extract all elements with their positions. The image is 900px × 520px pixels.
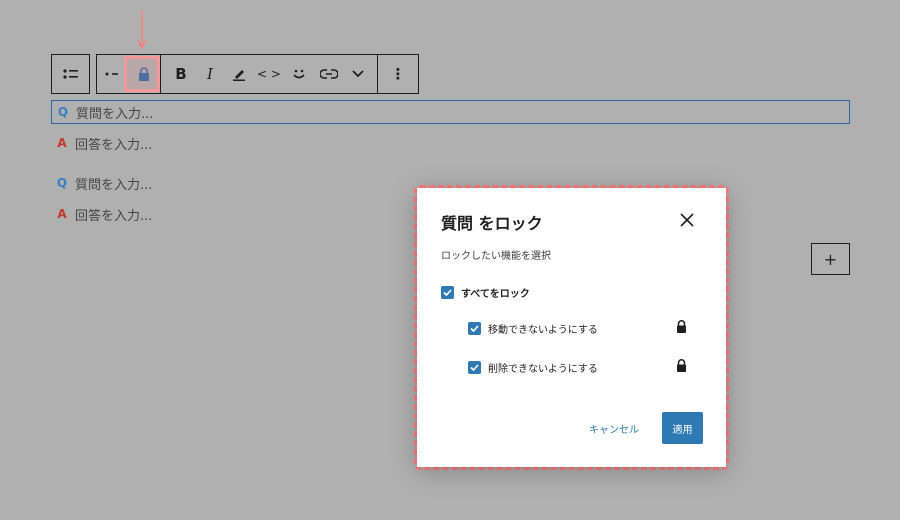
link-button[interactable] [316,55,342,93]
list-type-button[interactable] [52,55,89,93]
lock-move-option[interactable]: 移動できないようにする [468,321,598,336]
emoji-button[interactable] [286,55,312,93]
block-type-group [51,54,90,94]
question-mark: Q [57,105,69,119]
question-placeholder: 質問を入力... [76,106,154,122]
drag-dots-icon [105,72,118,76]
lock-all-checkbox[interactable] [441,286,454,299]
dialog-description: ロックしたい機能を選択 [441,251,551,262]
close-icon[interactable] [679,212,695,228]
link-icon [320,69,338,79]
lock-highlight [124,56,160,92]
list-icon [62,69,78,79]
lock-all-label: すべてをロック [461,289,530,300]
lock-icon [677,320,686,333]
drag-handle-button[interactable] [97,55,127,93]
lock-move-checkbox[interactable] [468,322,481,335]
answer-mark: A [57,136,67,150]
bold-button[interactable]: B [169,55,193,93]
format-group: B I < > [160,54,379,94]
apply-button[interactable]: 適用 [662,412,703,444]
pointer-arrow-icon [138,10,146,50]
answer-placeholder: 回答を入力... [75,137,153,153]
smile-icon [293,69,305,79]
more-format-button[interactable] [345,55,371,93]
question-field[interactable]: Q 質問を入力... [51,100,850,124]
lock-remove-checkbox[interactable] [468,361,481,374]
cancel-button[interactable]: キャンセル [589,421,639,436]
options-group: ⋮ [377,54,419,94]
lock-icon [677,359,686,372]
answer-field[interactable]: A 回答を入力... [51,202,152,226]
chevron-down-icon [352,70,364,78]
add-block-button[interactable]: + [811,243,850,275]
check-icon [443,289,452,296]
dialog-title: 質問 をロック [441,214,543,233]
lock-remove-option[interactable]: 削除できないようにする [468,360,598,375]
answer-mark: A [57,207,67,221]
answer-field[interactable]: A 回答を入力... [51,131,152,155]
lock-all-option[interactable]: すべてをロック [441,285,530,300]
lock-remove-label: 削除できないようにする [488,364,598,375]
lock-dialog: 質問 をロック ロックしたい機能を選択 すべてをロック 移動できないようにする … [417,188,726,467]
question-placeholder: 質問を入力... [75,177,153,193]
highlight-button[interactable] [227,55,251,93]
question-field[interactable]: Q 質問を入力... [51,171,153,195]
code-button[interactable]: < > [256,55,282,93]
options-button[interactable]: ⋮ [378,55,418,93]
check-icon [470,364,479,371]
question-mark: Q [56,176,68,190]
italic-button[interactable]: I [198,55,222,93]
answer-placeholder: 回答を入力... [75,208,153,224]
check-icon [470,325,479,332]
lock-move-label: 移動できないようにする [488,325,598,336]
highlighter-icon [233,70,245,81]
